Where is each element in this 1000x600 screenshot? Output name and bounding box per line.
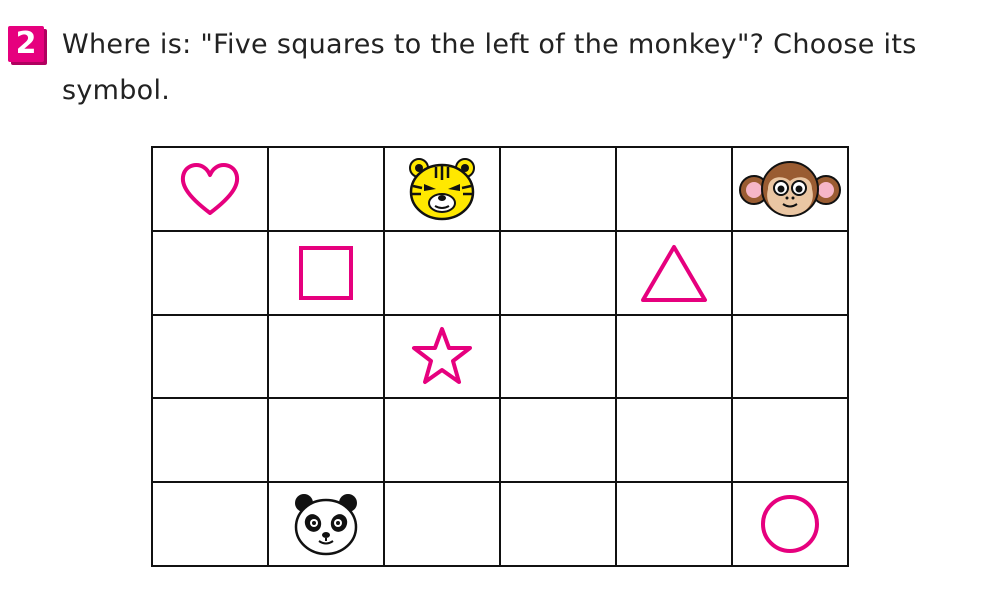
grid-cell[interactable] (269, 148, 385, 232)
grid-cell[interactable] (501, 231, 617, 316)
monkey-icon (739, 160, 841, 217)
grid-cell[interactable] (617, 399, 733, 484)
symbol-grid (151, 146, 849, 567)
grid-cell[interactable] (385, 148, 501, 232)
grid-cell[interactable] (153, 399, 269, 484)
grid-cell[interactable] (733, 231, 849, 316)
grid-cell[interactable] (733, 148, 849, 232)
tiger-icon (409, 157, 475, 221)
grid-cell[interactable] (733, 483, 849, 567)
grid-cell[interactable] (617, 315, 733, 400)
grid-cell[interactable] (385, 231, 501, 316)
heart-icon (180, 162, 240, 215)
grid-cell[interactable] (153, 231, 269, 316)
panda-icon (294, 494, 358, 556)
grid-cell[interactable] (501, 148, 617, 232)
grid-cell[interactable] (733, 315, 849, 400)
grid-cell[interactable] (733, 399, 849, 484)
question-text: Where is: "Five squares to the left of t… (62, 29, 917, 106)
grid-cell[interactable] (385, 315, 501, 400)
grid-cell[interactable] (385, 483, 501, 567)
grid-cell[interactable] (269, 483, 385, 567)
grid-cell[interactable] (153, 148, 269, 232)
grid-cell[interactable] (269, 315, 385, 400)
grid-cell[interactable] (617, 231, 733, 316)
grid-cell[interactable] (501, 315, 617, 400)
star-icon (412, 327, 472, 385)
circle-icon (761, 495, 819, 554)
grid-cell[interactable] (617, 483, 733, 567)
square-icon (299, 245, 353, 300)
grid-cell[interactable] (501, 483, 617, 567)
grid-cell[interactable] (153, 315, 269, 400)
triangle-icon (641, 244, 707, 302)
grid-cell[interactable] (501, 399, 617, 484)
grid-cell[interactable] (153, 483, 269, 567)
question-number: 2 (8, 26, 44, 62)
grid-cell[interactable] (269, 399, 385, 484)
grid-cell[interactable] (617, 148, 733, 232)
grid-cell[interactable] (269, 231, 385, 316)
grid-cell[interactable] (385, 399, 501, 484)
